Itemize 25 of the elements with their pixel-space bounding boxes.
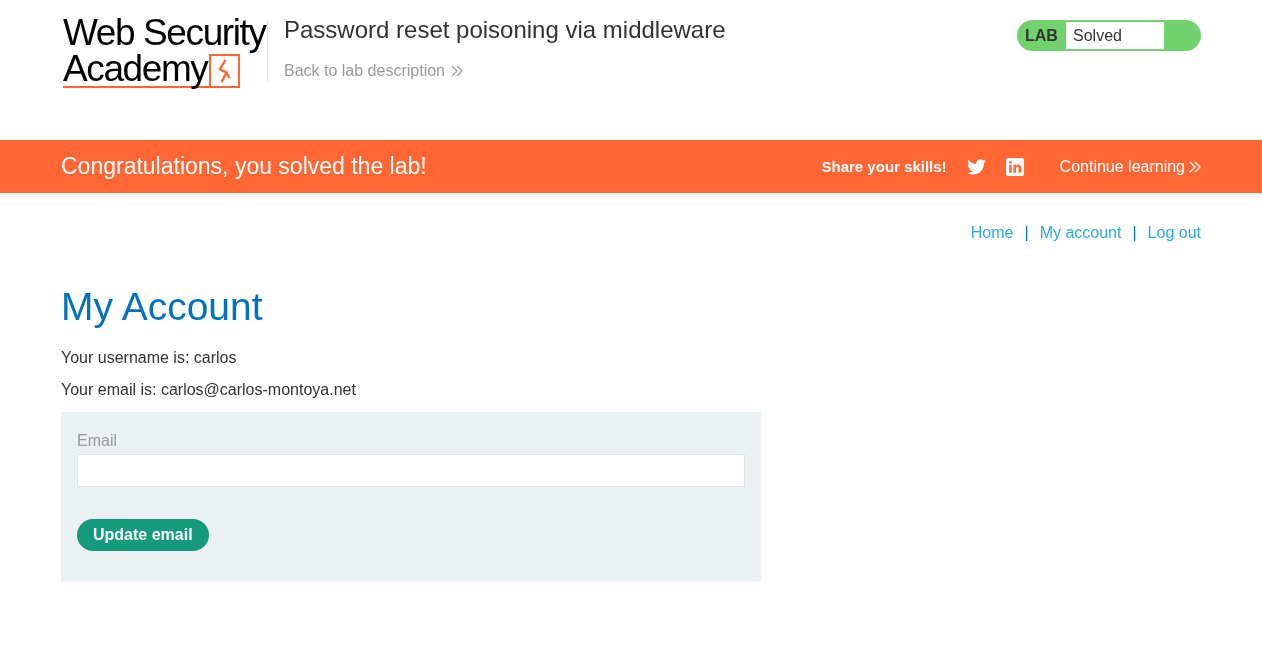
lab-label: LAB <box>1024 26 1059 46</box>
lab-status-text: Solved <box>1066 22 1164 49</box>
logo-text: Academy <box>63 51 210 88</box>
nav-separator: | <box>1132 224 1137 242</box>
nav-link[interactable]: Log out <box>1147 224 1201 242</box>
nav-link[interactable]: Home <box>970 224 1014 242</box>
email-label: Email <box>77 432 117 450</box>
double-chevron-icon <box>1189 160 1201 173</box>
update-email-button[interactable]: Update email <box>77 519 209 551</box>
bird-icon[interactable] <box>966 158 986 175</box>
nav-separator: | <box>1024 224 1029 242</box>
lab-title: Password reset poisoning via middleware <box>284 18 726 42</box>
email-input[interactable] <box>77 454 745 487</box>
account-detail: Your username is: carlos <box>61 349 238 367</box>
account-detail: Your email is: carlos@carlos-montoya.net <box>61 381 357 399</box>
logo-text: Web Security <box>63 14 267 51</box>
lightning-icon <box>209 53 241 88</box>
linkedin-icon[interactable] <box>1005 157 1024 176</box>
back-link[interactable]: Back to lab description <box>284 62 463 80</box>
page-heading: My Account <box>61 285 264 329</box>
banner-message: Congratulations, you solved the lab! <box>61 153 427 180</box>
continue-learning-link[interactable]: Continue learning <box>1059 157 1201 176</box>
nav-link[interactable]: My account <box>1039 224 1122 242</box>
double-chevron-icon <box>451 65 463 77</box>
share-label: Share your skills! <box>821 158 947 175</box>
